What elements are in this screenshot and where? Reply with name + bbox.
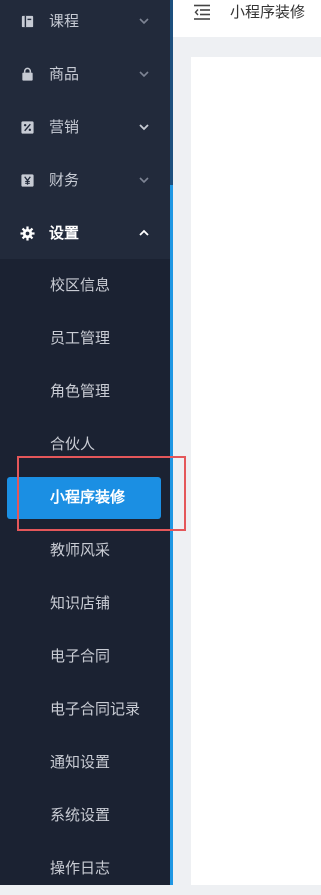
chevron-down-icon bbox=[139, 18, 149, 25]
submenu-item-campus-info[interactable]: 校区信息 bbox=[0, 259, 170, 312]
submenu-item-label: 知识店铺 bbox=[50, 594, 111, 612]
submenu-item-partners[interactable]: 合伙人 bbox=[0, 418, 170, 471]
submenu-item-system-settings[interactable]: 系统设置 bbox=[0, 789, 170, 842]
submenu-item-label: 系统设置 bbox=[50, 806, 111, 824]
gear-icon bbox=[20, 226, 35, 241]
submenu-item-knowledge-store[interactable]: 知识店铺 bbox=[0, 577, 170, 630]
sidebar-item-label: 商品 bbox=[49, 65, 80, 83]
sidebar-item-settings[interactable]: 设置 bbox=[0, 207, 170, 260]
chevron-down-icon bbox=[139, 124, 149, 131]
submenu-item-staff[interactable]: 员工管理 bbox=[0, 312, 170, 365]
sidebar-item-finance[interactable]: 财务 bbox=[0, 154, 170, 207]
submenu-item-label: 电子合同 bbox=[50, 647, 111, 665]
submenu-item-label: 小程序装修 bbox=[50, 488, 126, 506]
submenu-item-label: 角色管理 bbox=[50, 382, 111, 400]
submenu-item-e-contract[interactable]: 电子合同 bbox=[0, 630, 170, 683]
submenu-item-miniprogram-decoration[interactable]: 小程序装修 bbox=[0, 471, 170, 524]
submenu-item-operation-log[interactable]: 操作日志 bbox=[0, 842, 170, 895]
submenu-item-teacher-showcase[interactable]: 教师风采 bbox=[0, 524, 170, 577]
submenu-item-label: 操作日志 bbox=[50, 859, 111, 877]
submenu-item-e-contract-records[interactable]: 电子合同记录 bbox=[0, 683, 170, 736]
sidebar-item-label: 设置 bbox=[49, 224, 80, 242]
sidebar-divider bbox=[170, 0, 173, 885]
bag-icon bbox=[22, 67, 33, 81]
main-content-area bbox=[191, 57, 321, 885]
percent-icon bbox=[21, 121, 34, 134]
menu-collapse-icon[interactable] bbox=[193, 4, 211, 20]
submenu-item-label: 校区信息 bbox=[50, 276, 111, 294]
sidebar-accent-bar bbox=[170, 185, 173, 885]
chevron-down-icon bbox=[139, 71, 149, 78]
submenu-item-roles[interactable]: 角色管理 bbox=[0, 365, 170, 418]
submenu-item-label: 电子合同记录 bbox=[50, 700, 141, 718]
submenu-item-label: 通知设置 bbox=[50, 753, 111, 771]
submenu-item-notification-settings[interactable]: 通知设置 bbox=[0, 736, 170, 789]
submenu-item-label: 合伙人 bbox=[50, 435, 96, 453]
book-icon bbox=[21, 15, 34, 28]
yen-icon bbox=[21, 174, 34, 187]
sidebar-item-courses[interactable]: 课程 bbox=[0, 0, 170, 48]
chevron-down-icon bbox=[139, 177, 149, 184]
sidebar-item-label: 营销 bbox=[49, 118, 80, 136]
sidebar-item-label: 课程 bbox=[49, 12, 80, 30]
submenu-item-label: 员工管理 bbox=[50, 329, 111, 347]
page-title: 小程序装修 bbox=[230, 3, 306, 21]
chevron-up-icon bbox=[139, 229, 149, 236]
header: 小程序装修 bbox=[173, 0, 321, 37]
sidebar-item-products[interactable]: 商品 bbox=[0, 48, 170, 101]
submenu-item-label: 教师风采 bbox=[50, 541, 111, 559]
sidebar: 课程 商品 营销 财务 设置 校区信息 员工管理 角色管理 合伙人 小程序装修 … bbox=[0, 0, 170, 885]
sidebar-item-marketing[interactable]: 营销 bbox=[0, 101, 170, 154]
sidebar-item-label: 财务 bbox=[49, 171, 80, 189]
